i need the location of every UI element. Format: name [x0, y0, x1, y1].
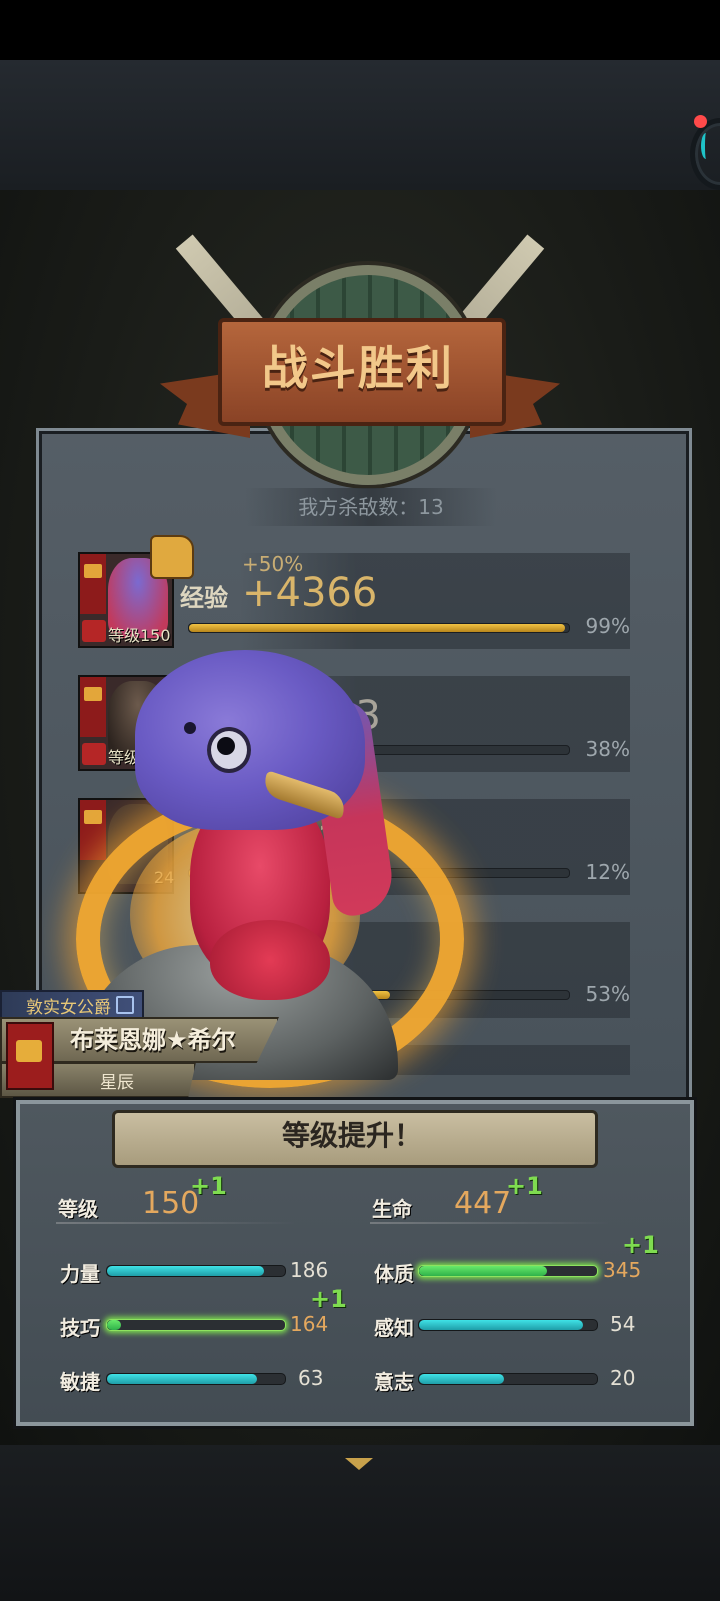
header-band [0, 60, 720, 192]
stat-plus: +1 [310, 1285, 347, 1313]
thumbs-up-icon [150, 535, 194, 579]
hp-label: 生命 [372, 1197, 412, 1221]
notification-dot [694, 115, 707, 128]
stat-bar [106, 1265, 286, 1277]
chevron-down-icon[interactable] [345, 1458, 373, 1470]
level-up-title: 等级提升！ [281, 1119, 422, 1152]
exp-percent: 53% [585, 982, 630, 1006]
hero-subtitle: 星辰 [100, 1073, 134, 1093]
exp-label: 经验 [180, 584, 228, 612]
stat-bar [418, 1265, 598, 1277]
turkey-wattle [210, 920, 330, 1000]
stat-bar [106, 1373, 286, 1385]
stat-label: 意志 [374, 1370, 414, 1394]
stat-bar-fill [107, 1320, 122, 1330]
hero-name: 布莱恩娜★希尔 [70, 1026, 236, 1054]
level-label: 等级 [58, 1197, 98, 1221]
divider [370, 1222, 610, 1224]
exp-percent: 12% [585, 860, 630, 884]
stat-bar-fill [419, 1320, 583, 1330]
chest-icon [16, 1040, 42, 1062]
hp-plus: +1 [506, 1172, 543, 1200]
exp-progress-bar [188, 623, 570, 633]
class-book-icon [80, 554, 106, 614]
stat-value: 186 [290, 1258, 329, 1282]
exp-value: +4366 [242, 570, 378, 616]
kill-count: 我方杀敌数：13 [245, 488, 497, 526]
stat-label: 技巧 [60, 1316, 100, 1340]
hero-title-tag: 敦实女公爵 [0, 990, 144, 1020]
chest-icon [84, 564, 102, 578]
stat-label: 感知 [374, 1316, 414, 1340]
stat-label: 敏捷 [60, 1370, 100, 1394]
stat-label: 体质 [374, 1262, 414, 1286]
stat-bar [418, 1319, 598, 1331]
stat-plus: +1 [622, 1231, 659, 1259]
home-icon [116, 996, 134, 1014]
status-bar [0, 0, 720, 60]
divider [56, 1222, 296, 1224]
class-book-icon [80, 800, 106, 860]
victory-title: 战斗胜利 [262, 341, 454, 395]
chest-icon [84, 810, 102, 824]
stat-bar-fill [419, 1374, 505, 1384]
hp-value: 447 [454, 1186, 512, 1221]
stat-value: 54 [610, 1312, 636, 1336]
stat-bar-fill [107, 1266, 264, 1276]
stat-value: 345 [603, 1258, 642, 1282]
class-book-icon [80, 677, 106, 737]
level-plus: +1 [190, 1172, 227, 1200]
party-level: 等级150 [108, 626, 171, 645]
exp-progress-fill [189, 624, 566, 632]
rooster-icon [82, 620, 106, 642]
stat-value: 63 [298, 1366, 324, 1390]
stat-value: 164 [290, 1312, 329, 1336]
turkey-pupil [217, 737, 235, 755]
stat-label: 力量 [60, 1262, 100, 1286]
exp-percent: 38% [585, 737, 630, 761]
stat-bar [106, 1319, 286, 1331]
stat-bar-fill [419, 1266, 548, 1276]
turkey-nostril [184, 722, 196, 734]
chest-icon [84, 687, 102, 701]
rooster-icon [82, 743, 106, 765]
exp-percent: 99% [585, 614, 630, 638]
class-book-icon [6, 1022, 54, 1090]
stat-bar [418, 1373, 598, 1385]
hero-title: 敦实女公爵 [26, 998, 111, 1018]
stat-bar-fill [107, 1374, 257, 1384]
stat-value: 20 [610, 1366, 636, 1390]
